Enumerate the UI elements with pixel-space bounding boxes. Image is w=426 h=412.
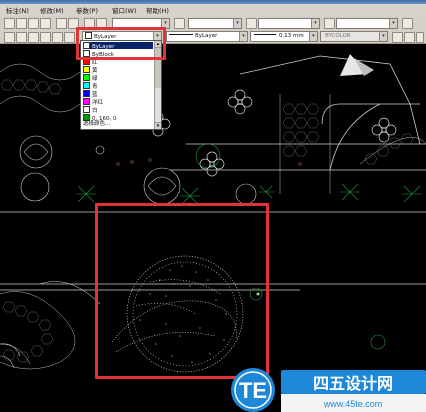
tool-button[interactable] bbox=[4, 18, 15, 29]
flower-ornament bbox=[227, 89, 253, 115]
tool-button[interactable] bbox=[56, 18, 67, 29]
path-curve bbox=[0, 343, 21, 369]
palm-symbol bbox=[76, 185, 96, 203]
color-option[interactable]: 蓝 bbox=[83, 90, 153, 98]
tool-button[interactable] bbox=[64, 32, 75, 43]
path-curve bbox=[39, 281, 101, 305]
tool-button[interactable] bbox=[324, 18, 335, 29]
logo-badge-text: TE bbox=[239, 378, 267, 403]
site-logo: TE 四五设计网 www.45te.com bbox=[231, 368, 426, 412]
tool-button[interactable] bbox=[16, 18, 27, 29]
cobble-edge bbox=[0, 291, 76, 370]
cobble-edge bbox=[0, 95, 81, 113]
logo-brand-text: 四五设计网 bbox=[313, 374, 393, 393]
cobble-edge bbox=[0, 343, 31, 365]
chevron-down-icon: ▾ bbox=[379, 32, 387, 41]
color-option[interactable]: 黄 bbox=[83, 66, 153, 74]
shrub-symbol bbox=[23, 143, 49, 161]
shrub-symbol bbox=[95, 145, 105, 155]
color-swatch bbox=[83, 74, 90, 81]
linetype-combo-value: ByLayer bbox=[195, 33, 218, 39]
color-option[interactable]: 洋红 bbox=[83, 98, 153, 106]
lineweight-preview bbox=[254, 34, 276, 35]
color-option[interactable]: 青 bbox=[83, 82, 153, 90]
color-swatch bbox=[83, 82, 90, 89]
shrub-symbol bbox=[147, 176, 177, 196]
tool-button[interactable] bbox=[52, 32, 63, 43]
menu-modify[interactable]: 修改(M) bbox=[40, 5, 64, 15]
shrub-symbol bbox=[143, 167, 181, 205]
plotstyle-combo-value: BYCOLOR bbox=[325, 33, 351, 39]
menu-parameter[interactable]: 参数(P) bbox=[76, 5, 98, 15]
color-option[interactable]: 选择颜色... bbox=[83, 121, 153, 128]
mleaderstyle-combo[interactable]: ▾ bbox=[336, 18, 398, 29]
menu-help[interactable]: 帮助(H) bbox=[146, 5, 169, 15]
green-shrub bbox=[370, 334, 386, 350]
tool-button[interactable] bbox=[28, 18, 39, 29]
dimstyle-combo[interactable]: ▾ bbox=[188, 18, 242, 29]
tool-button[interactable] bbox=[392, 32, 403, 43]
toolbar-top: ▾ ▾ ▾ ▾ bbox=[0, 16, 426, 31]
color-swatch bbox=[83, 66, 90, 73]
plant-dot bbox=[130, 160, 134, 164]
color-option[interactable]: 0, 160, 0 bbox=[83, 114, 153, 122]
path-curve bbox=[321, 103, 420, 125]
highlight-box-color-combo bbox=[76, 27, 166, 60]
tool-button[interactable] bbox=[40, 32, 51, 43]
linetype-preview bbox=[169, 34, 193, 35]
palm-symbol bbox=[402, 185, 422, 203]
color-option[interactable]: 绿 bbox=[83, 74, 153, 82]
chevron-down-icon: ▾ bbox=[239, 32, 247, 41]
cobble-edge bbox=[359, 137, 426, 165]
tool-button[interactable] bbox=[416, 32, 424, 43]
tool-button[interactable] bbox=[40, 18, 51, 29]
linetype-combo[interactable]: ByLayer ▾ bbox=[166, 31, 248, 42]
color-swatch bbox=[83, 98, 90, 105]
plotstyle-combo[interactable]: BYCOLOR ▾ bbox=[320, 31, 388, 42]
shrub-symbol bbox=[235, 183, 257, 205]
chevron-down-icon: ▾ bbox=[389, 19, 397, 28]
flower-ornament bbox=[199, 151, 225, 177]
tool-button[interactable] bbox=[4, 32, 15, 43]
logo-url-text: www.45te.com bbox=[323, 399, 383, 409]
tool-button[interactable] bbox=[28, 32, 39, 43]
chevron-down-icon: ▾ bbox=[309, 32, 317, 41]
palm-symbol bbox=[340, 183, 360, 201]
green-shrub bbox=[195, 143, 221, 169]
color-option[interactable]: 白 bbox=[83, 106, 153, 114]
tool-button[interactable] bbox=[402, 18, 413, 29]
cobble-edge bbox=[0, 63, 81, 81]
path-curve bbox=[329, 103, 381, 171]
lineweight-combo[interactable]: 0.13 mm ▾ bbox=[250, 31, 318, 42]
menu-window[interactable]: 窗口(W) bbox=[112, 5, 137, 15]
color-swatch bbox=[83, 106, 90, 113]
chevron-down-icon: ▾ bbox=[233, 19, 241, 28]
toolbar-properties: ByLayer ▾ ByLayer ▾ 0.13 mm ▾ BYCOLOR ▾ bbox=[0, 30, 426, 44]
tool-button[interactable] bbox=[16, 32, 27, 43]
palm-symbol bbox=[180, 187, 200, 205]
color-swatch bbox=[83, 90, 90, 97]
plant-dot bbox=[298, 162, 302, 166]
tool-button[interactable] bbox=[246, 18, 257, 29]
tool-button[interactable] bbox=[404, 32, 415, 43]
chevron-down-icon: ▾ bbox=[311, 19, 319, 28]
plant-dot bbox=[148, 158, 152, 162]
lineweight-combo-value: 0.13 mm bbox=[279, 33, 304, 39]
menu-dimension[interactable]: 标注(N) bbox=[6, 5, 29, 15]
shrub-symbol bbox=[20, 172, 50, 202]
highlight-box-ornament bbox=[95, 203, 269, 379]
plant-dot bbox=[116, 162, 120, 166]
color-swatch bbox=[83, 114, 90, 121]
tablestyle-combo[interactable]: ▾ bbox=[258, 18, 320, 29]
tool-button[interactable] bbox=[174, 18, 185, 29]
shrub-symbol bbox=[19, 135, 53, 169]
scroll-down-icon[interactable]: ▾ bbox=[155, 122, 161, 129]
flower-ornament bbox=[371, 117, 397, 143]
palm-symbol bbox=[258, 185, 274, 199]
